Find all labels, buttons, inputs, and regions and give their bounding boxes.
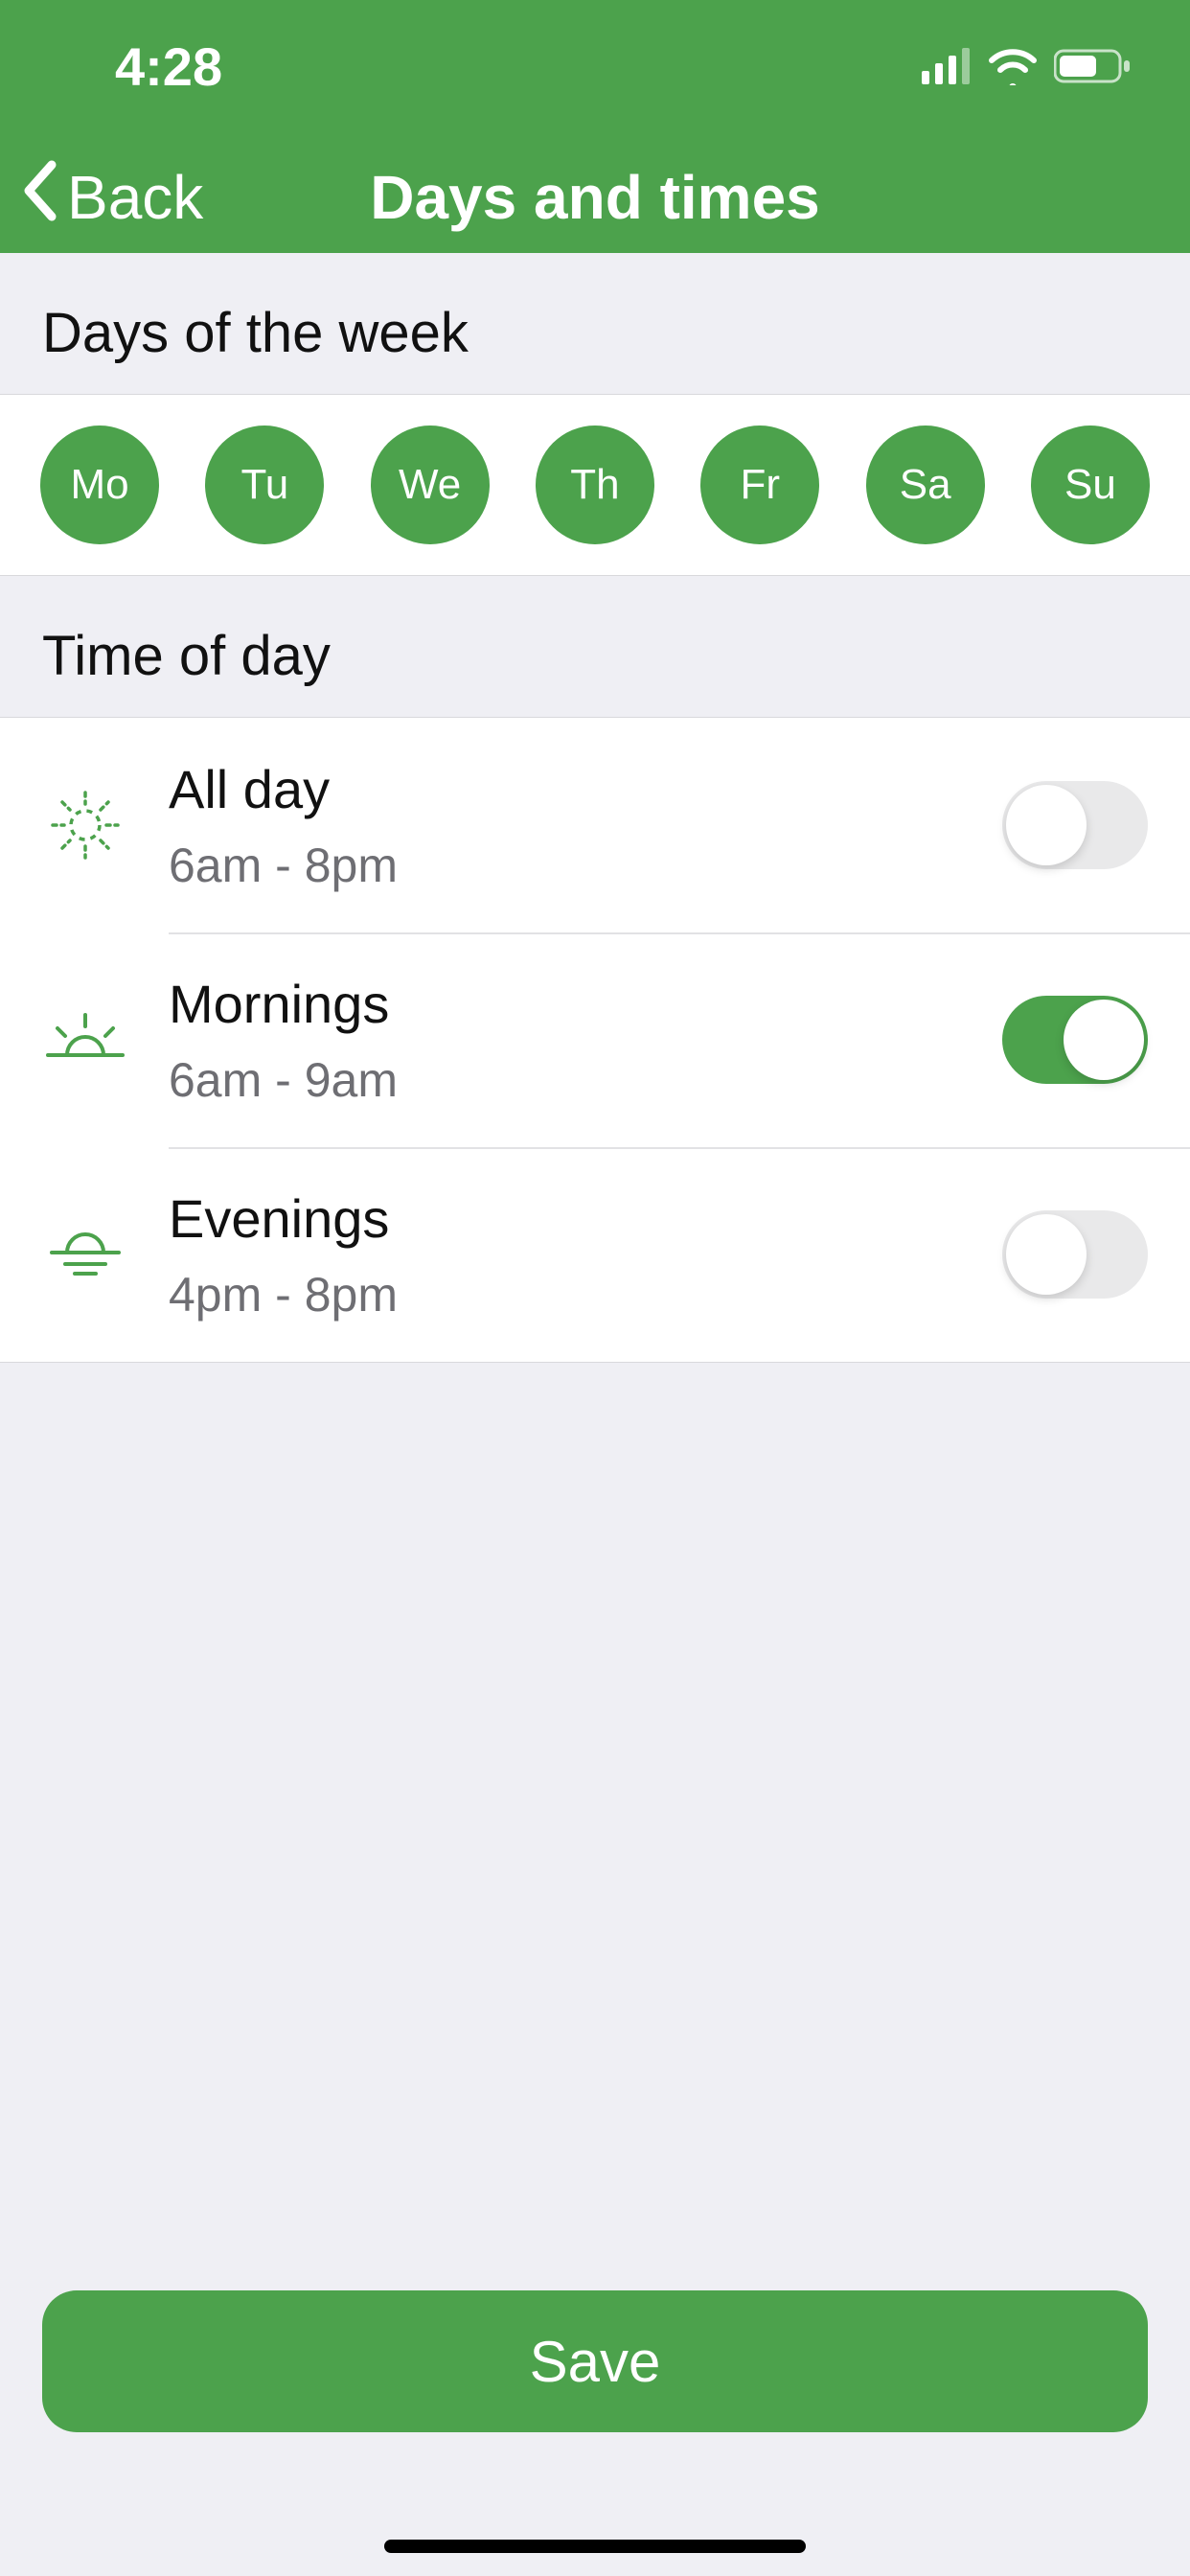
cellular-icon (922, 48, 972, 84)
save-area: Save (0, 2256, 1190, 2576)
section-header-days: Days of the week (0, 253, 1190, 395)
home-indicator (384, 2540, 806, 2553)
day-chip-fr[interactable]: Fr (700, 426, 819, 544)
chevron-left-icon (21, 159, 59, 237)
time-title: Evenings (169, 1187, 1002, 1250)
time-row-all-day: All day 6am - 8pm (0, 718, 1190, 932)
time-title: Mornings (169, 973, 1002, 1035)
time-subtitle: 6am - 9am (169, 1052, 1002, 1108)
toggle-mornings[interactable] (1002, 996, 1148, 1084)
sunset-icon (33, 1214, 138, 1295)
day-chip-sa[interactable]: Sa (866, 426, 985, 544)
time-title: All day (169, 758, 1002, 820)
sun-icon (33, 785, 138, 865)
sunrise-icon (33, 1000, 138, 1080)
back-label: Back (67, 162, 203, 233)
save-button[interactable]: Save (42, 2290, 1148, 2432)
toggle-all-day[interactable] (1002, 781, 1148, 869)
status-time: 4:28 (115, 35, 222, 98)
status-bar: 4:28 (0, 0, 1190, 142)
day-chip-tu[interactable]: Tu (205, 426, 324, 544)
back-button[interactable]: Back (21, 142, 203, 253)
day-chip-su[interactable]: Su (1031, 426, 1150, 544)
time-subtitle: 6am - 8pm (169, 838, 1002, 893)
time-row-evenings: Evenings 4pm - 8pm (0, 1147, 1190, 1362)
section-header-time: Time of day (0, 576, 1190, 718)
nav-header: Back Days and times (0, 142, 1190, 253)
day-chip-mo[interactable]: Mo (40, 426, 159, 544)
time-list: All day 6am - 8pm Mornings 6a (0, 718, 1190, 1363)
day-chip-we[interactable]: We (371, 426, 490, 544)
time-row-mornings: Mornings 6am - 9am (0, 932, 1190, 1147)
time-subtitle: 4pm - 8pm (169, 1267, 1002, 1322)
day-chip-th[interactable]: Th (536, 426, 654, 544)
status-icons (922, 47, 1133, 85)
days-row: Mo Tu We Th Fr Sa Su (0, 395, 1190, 576)
battery-icon (1054, 48, 1133, 84)
wifi-icon (987, 47, 1039, 85)
toggle-evenings[interactable] (1002, 1210, 1148, 1299)
